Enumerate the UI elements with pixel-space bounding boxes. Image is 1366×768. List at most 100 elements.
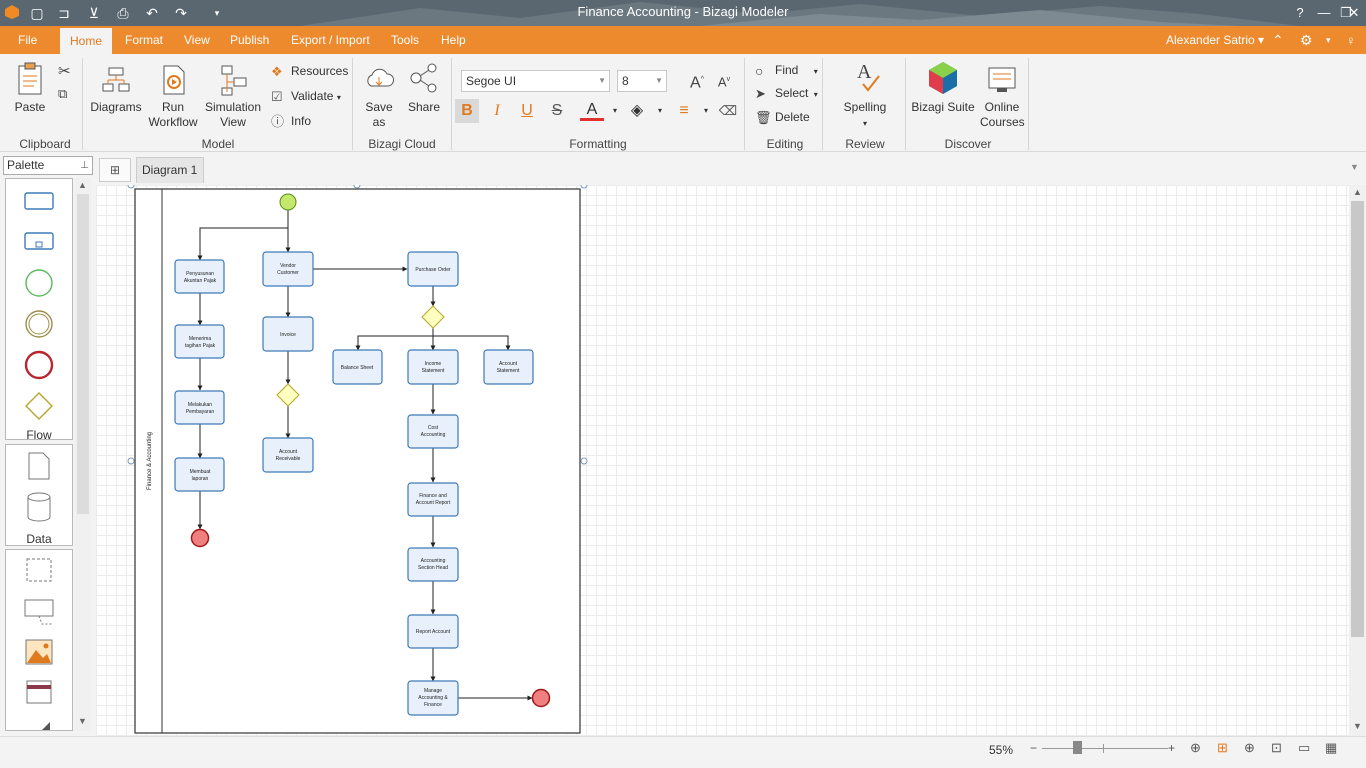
paste-button[interactable]: Paste	[10, 62, 50, 115]
tab-publish[interactable]: Publish	[220, 26, 279, 54]
tab-export-import[interactable]: Export / Import	[281, 26, 380, 54]
font-color-dropdown-icon[interactable]: ▾	[603, 99, 627, 123]
user-account[interactable]: Alexander Satrio ▾	[1156, 26, 1274, 54]
scroll-down-icon[interactable]: ▼	[78, 716, 87, 726]
canvas-scroll-thumb[interactable]	[1351, 201, 1364, 637]
find-button[interactable]: ○ Find ▾	[755, 61, 818, 79]
font-family-select[interactable]: Segoe UI ▼	[461, 70, 610, 92]
font-color-icon[interactable]: A	[580, 99, 604, 121]
tab-tools[interactable]: Tools	[381, 26, 429, 54]
zoom-slider-thumb[interactable]	[1073, 741, 1082, 754]
run-workflow-button[interactable]: Run Workflow	[146, 64, 200, 130]
bizagi-suite-button[interactable]: Bizagi Suite	[910, 60, 976, 115]
tab-list-dropdown-icon[interactable]: ▼	[1350, 162, 1359, 172]
palette-annotation-shape[interactable]	[24, 599, 54, 625]
tab-diagram-1[interactable]: Diagram 1	[136, 157, 204, 183]
palette-group-shape[interactable]	[26, 558, 52, 582]
task-cost-accounting[interactable]: CostAccounting	[407, 414, 459, 449]
palette-end-event[interactable]	[24, 350, 54, 380]
palette-header-shape[interactable]	[26, 680, 52, 704]
palette-data-object[interactable]	[28, 452, 50, 480]
help-icon[interactable]: ?	[1288, 3, 1312, 23]
bold-button[interactable]: B	[455, 99, 479, 123]
delete-button[interactable]: 🗑 Delete	[755, 108, 810, 126]
task-melakukan-pembayaran[interactable]: MelakukanPembayaran	[174, 390, 225, 425]
info-button[interactable]: ⓘ Info	[271, 112, 311, 130]
task-account-statement[interactable]: AccountStatement	[483, 349, 534, 385]
align-icon[interactable]: ≡	[672, 99, 696, 123]
task-balance-sheet[interactable]: Balance Sheet	[332, 349, 383, 385]
shrink-font-icon[interactable]: Av	[712, 68, 736, 92]
task-account-receivable[interactable]: AccountReceivable	[262, 437, 314, 473]
palette-subprocess-shape[interactable]	[24, 232, 54, 250]
menu-file[interactable]: File	[8, 26, 47, 54]
zoom-actual-icon[interactable]: ⊕	[1244, 740, 1255, 756]
diagram-canvas[interactable]: Finance & Accounting Penyusunan Akuntan …	[96, 185, 1349, 736]
palette-intermediate-event[interactable]	[25, 310, 53, 338]
scroll-down-icon[interactable]: ▼	[1353, 721, 1362, 731]
start-event[interactable]	[279, 193, 297, 211]
palette-data-store[interactable]	[27, 492, 51, 522]
zoom-in-icon[interactable]: +	[1168, 741, 1175, 755]
share-button[interactable]: Share	[404, 62, 444, 115]
fill-color-dropdown-icon[interactable]: ▾	[648, 99, 672, 123]
task-income-statement[interactable]: IncomeStatement	[407, 349, 459, 385]
palette-task-shape[interactable]	[24, 192, 54, 210]
minimize-button[interactable]: —	[1312, 3, 1336, 23]
task-finance-account-report[interactable]: Finance andAccount Report	[407, 482, 459, 517]
palette-more-icon[interactable]	[42, 722, 50, 730]
align-dropdown-icon[interactable]: ▾	[694, 99, 718, 123]
task-purchase-order[interactable]: Purchase Order	[407, 251, 459, 287]
end-event-2[interactable]	[531, 688, 551, 708]
tab-home[interactable]: Home	[60, 28, 113, 54]
task-report-account[interactable]: Report Account	[407, 614, 459, 649]
diagrams-button[interactable]: Diagrams	[90, 64, 142, 115]
fit-page-icon[interactable]: ⊞	[1217, 740, 1228, 756]
task-menerima-tagihan-pajak[interactable]: Menerimatagihan Pajak	[174, 324, 225, 359]
zoom-slider-track[interactable]	[1042, 748, 1168, 749]
diagram-overview-icon[interactable]: ⊞	[99, 158, 131, 182]
task-invoice[interactable]: Invoice	[262, 316, 314, 352]
clear-format-icon[interactable]: ⌫	[716, 99, 740, 123]
pin-icon[interactable]: ⊥	[80, 157, 89, 174]
strikethrough-button[interactable]: S	[545, 99, 569, 123]
italic-button[interactable]: I	[485, 99, 509, 123]
tab-format[interactable]: Format	[115, 26, 173, 54]
scroll-up-icon[interactable]: ▲	[1353, 187, 1362, 197]
palette-scrollbar[interactable]: ▲ ▼	[75, 178, 91, 731]
task-penyusunan-akuntan-pajak[interactable]: PenyusunanAkuntan Pajak	[174, 259, 225, 294]
spelling-button[interactable]: A Spelling ▾	[838, 60, 892, 131]
tab-view[interactable]: View	[174, 26, 220, 54]
zoom-fit-icon[interactable]: ⊕	[1190, 740, 1201, 756]
overview-map-icon[interactable]: ▦	[1325, 740, 1337, 756]
copy-icon[interactable]: ⧉	[58, 86, 67, 102]
tab-help[interactable]: Help	[431, 26, 476, 54]
fill-color-icon[interactable]: ◈	[625, 99, 649, 123]
palette-scroll-thumb[interactable]	[77, 194, 89, 514]
end-event-1[interactable]	[190, 528, 210, 548]
scroll-up-icon[interactable]: ▲	[78, 180, 87, 190]
task-manage-accounting-finance[interactable]: ManageAccounting &Finance	[407, 680, 459, 716]
presentation-icon[interactable]: ▭	[1298, 740, 1310, 756]
font-size-select[interactable]: 8 ▼	[617, 70, 667, 92]
simulation-view-button[interactable]: Simulation View	[203, 64, 263, 130]
resources-button[interactable]: ❖ Resources	[271, 62, 348, 80]
zoom-out-icon[interactable]: −	[1030, 741, 1037, 755]
zoom-selection-icon[interactable]: ⊡	[1271, 740, 1282, 756]
save-as-button[interactable]: Save as	[358, 64, 400, 130]
select-button[interactable]: ➤ Select ▾	[755, 84, 818, 102]
palette-start-event[interactable]	[25, 269, 53, 297]
task-vendor-customer[interactable]: VendorCustomer	[262, 251, 314, 287]
tips-lightbulb-icon[interactable]: ♀	[1336, 26, 1366, 54]
canvas-vertical-scrollbar[interactable]: ▲ ▼	[1349, 185, 1366, 736]
grow-font-icon[interactable]: A^	[685, 68, 709, 92]
validate-button[interactable]: ☑ Validate ▾	[271, 87, 341, 105]
cut-icon[interactable]: ✂	[58, 62, 71, 80]
underline-button[interactable]: U	[515, 99, 539, 123]
task-accounting-section-head[interactable]: AccountingSection Head	[407, 547, 459, 582]
task-membuat-laporan[interactable]: Membuatlaporan	[174, 457, 225, 492]
collapse-ribbon-icon[interactable]: ⌃	[1262, 26, 1294, 54]
palette-image-shape[interactable]	[25, 639, 53, 665]
online-courses-button[interactable]: Online Courses	[980, 64, 1025, 130]
palette-gateway[interactable]	[25, 392, 53, 420]
